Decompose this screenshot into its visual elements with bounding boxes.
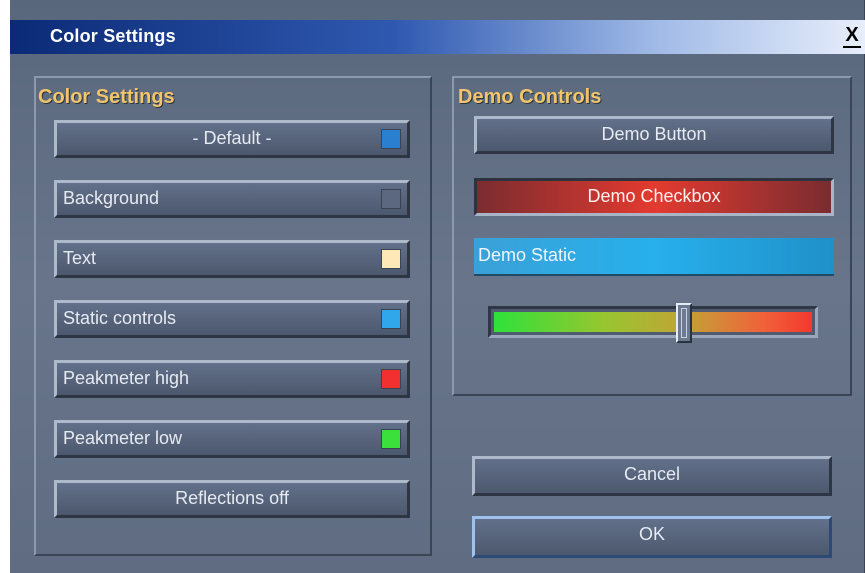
color-item-static-controls[interactable]: Static controls <box>54 300 410 338</box>
reflections-label: Reflections off <box>175 488 289 508</box>
demo-button-label: Demo Button <box>601 124 707 144</box>
color-swatch-icon[interactable] <box>381 429 401 449</box>
color-item-label: Peakmeter high <box>63 368 190 388</box>
title-bar[interactable]: Color Settings X <box>10 20 865 54</box>
color-item-label: Text <box>63 248 97 268</box>
demo-slider-thumb[interactable] <box>676 303 692 343</box>
color-item-peakmeter-low[interactable]: Peakmeter low <box>54 420 410 458</box>
color-settings-panel: Color Settings - Default - Background Tex… <box>34 76 432 556</box>
cancel-label: Cancel <box>623 464 681 484</box>
demo-static: Demo Static <box>474 238 834 276</box>
demo-checkbox[interactable]: Demo Checkbox <box>474 178 834 216</box>
preset-dropdown-button[interactable]: - Default - <box>54 120 410 158</box>
preset-swatch-icon <box>381 129 401 149</box>
reflections-toggle-button[interactable]: Reflections off <box>54 480 410 518</box>
color-item-label: Static controls <box>63 308 177 328</box>
color-swatch-icon[interactable] <box>381 309 401 329</box>
demo-checkbox-label: Demo Checkbox <box>587 186 721 206</box>
color-swatch-icon[interactable] <box>381 369 401 389</box>
color-settings-heading: Color Settings <box>38 86 175 108</box>
cancel-button[interactable]: Cancel <box>472 456 832 496</box>
demo-slider-gradient <box>494 312 812 332</box>
color-item-peakmeter-high[interactable]: Peakmeter high <box>54 360 410 398</box>
demo-controls-panel: Demo Controls Demo Button Demo Checkbox … <box>452 76 852 396</box>
color-settings-dialog: Color Settings X Color Settings - Defaul… <box>10 0 865 573</box>
color-swatch-icon[interactable] <box>381 189 401 209</box>
color-swatch-icon[interactable] <box>381 249 401 269</box>
ok-button[interactable]: OK <box>472 516 832 558</box>
color-item-background[interactable]: Background <box>54 180 410 218</box>
preset-label: - Default - <box>192 128 272 148</box>
demo-button[interactable]: Demo Button <box>474 116 834 154</box>
color-item-text[interactable]: Text <box>54 240 410 278</box>
demo-controls-heading: Demo Controls <box>458 86 602 108</box>
color-item-label: Peakmeter low <box>63 428 183 448</box>
demo-slider[interactable] <box>488 303 818 343</box>
ok-label: OK <box>638 524 665 544</box>
color-item-label: Background <box>63 188 160 208</box>
close-icon[interactable]: X <box>843 24 861 48</box>
demo-static-label: Demo Static <box>478 245 577 265</box>
window-title: Color Settings <box>50 26 176 46</box>
